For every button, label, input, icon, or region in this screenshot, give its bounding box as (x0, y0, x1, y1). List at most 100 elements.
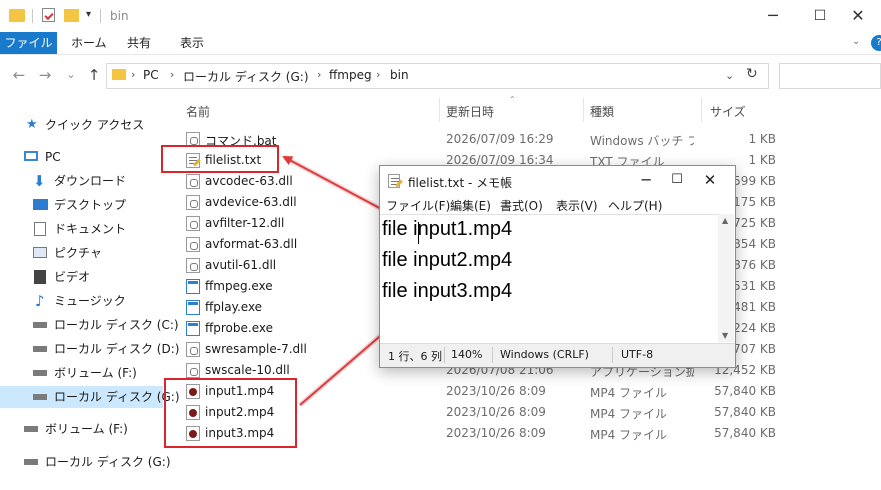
file-size: 175 KB (733, 195, 776, 209)
menu-help[interactable]: ヘルプ(H) (608, 197, 662, 214)
sidebar-item-drive-g-2[interactable]: ローカル ディスク (G:) (0, 451, 171, 473)
dll-file-icon (186, 342, 200, 357)
sidebar-item-pc[interactable]: PC (0, 146, 163, 168)
up-button[interactable]: ↑ (83, 64, 105, 86)
sidebar-item-downloads[interactable]: ⬇ ダウンロード (0, 170, 163, 192)
download-icon: ⬇ (33, 172, 46, 190)
breadcrumb-separator: › (131, 68, 136, 81)
file-name: swscale-10.dll (205, 363, 290, 377)
notepad-text-area[interactable]: file input1.mp4 file input2.mp4 file inp… (380, 214, 718, 343)
music-icon: ♪ (35, 292, 45, 310)
properties-icon[interactable] (42, 8, 55, 22)
sidebar-item-documents[interactable]: ドキュメント (0, 218, 163, 240)
file-name: ffprobe.exe (205, 321, 273, 335)
dll-file-icon (186, 237, 200, 252)
notepad-scrollbar[interactable]: ▲ ▼ (718, 214, 734, 342)
title-separator (32, 9, 33, 23)
breadcrumb-pc[interactable]: PC (143, 68, 159, 82)
tab-share[interactable]: 共有 (127, 32, 151, 54)
breadcrumb-ffmpeg[interactable]: ffmpeg (329, 68, 372, 82)
file-type: MP4 ファイル (590, 407, 668, 421)
star-icon: ★ (26, 117, 38, 132)
quick-access-dropdown-icon[interactable]: ▾ (86, 9, 91, 20)
breadcrumb-separator: › (376, 68, 381, 81)
history-dropdown-button[interactable]: ⌄ (60, 64, 82, 86)
video-icon (34, 270, 46, 284)
sidebar-item-desktop[interactable]: デスクトップ (0, 194, 163, 216)
column-header-date[interactable]: 更新日時 (446, 103, 494, 120)
file-size: 57,840 KB (714, 405, 776, 419)
highlight-box-mp4-files (164, 378, 297, 448)
address-dropdown-icon[interactable]: ⌄ (725, 69, 734, 82)
text-line-3: file input3.mp4 (382, 280, 513, 302)
file-name: avdevice-63.dll (205, 195, 297, 209)
file-type: MP4 ファイル (590, 428, 668, 442)
file-name: ffplay.exe (205, 300, 263, 314)
scroll-up-icon[interactable]: ▲ (722, 216, 728, 225)
column-header-size[interactable]: サイズ (710, 103, 746, 120)
tab-home[interactable]: ホーム (71, 32, 107, 54)
column-header-type[interactable]: 種類 (590, 103, 614, 120)
drive-icon (24, 459, 38, 465)
file-name: avfilter-12.dll (205, 216, 285, 230)
sidebar-item-drive-c[interactable]: ローカル ディスク (C:) (0, 314, 179, 336)
breadcrumb-separator: › (170, 68, 175, 81)
notepad-minimize-button[interactable]: ─ (632, 166, 660, 194)
back-button[interactable]: ← (8, 64, 30, 86)
notepad-status-bar: 1 行、6 列 140% Windows (CRLF) UTF-8 (380, 343, 735, 367)
column-divider (439, 98, 440, 122)
new-folder-icon[interactable] (64, 9, 79, 22)
title-bar (0, 0, 881, 32)
help-icon[interactable]: ? (871, 35, 881, 51)
menu-file[interactable]: ファイル(F) (386, 197, 450, 214)
sidebar-item-volume-f-2[interactable]: ボリューム (F:) (0, 418, 163, 440)
drive-icon (33, 370, 47, 376)
status-divider (492, 347, 493, 363)
menu-view[interactable]: 表示(V) (556, 197, 598, 214)
sidebar-item-drive-d[interactable]: ローカル ディスク (D:) (0, 338, 179, 360)
search-input[interactable] (779, 63, 881, 89)
dll-file-icon (186, 363, 200, 378)
status-eol: Windows (CRLF) (500, 348, 589, 361)
notepad-close-button[interactable]: ✕ (696, 166, 724, 194)
notepad-window[interactable]: filelist.txt - メモ帳 ─ ☐ ✕ ファイル(F) 編集(E) 書… (379, 165, 736, 368)
sidebar-item-drive-g[interactable]: ローカル ディスク (G:) (0, 386, 180, 408)
minimize-button[interactable]: ─ (750, 0, 796, 32)
file-size: 1 KB (748, 153, 776, 167)
sidebar-item-quick-access[interactable]: ★ クイック アクセス (0, 114, 163, 136)
notepad-maximize-button[interactable]: ☐ (663, 166, 691, 194)
drive-icon (33, 394, 47, 400)
sidebar-item-pictures[interactable]: ピクチャ (0, 242, 163, 264)
file-name: ffmpeg.exe (205, 279, 273, 293)
refresh-button[interactable]: ↻ (746, 66, 758, 82)
menu-edit[interactable]: 編集(E) (450, 197, 491, 214)
column-header-name[interactable]: 名前 (186, 103, 210, 120)
notepad-icon (388, 174, 400, 188)
file-size: 57,840 KB (714, 426, 776, 440)
text-line-1: file input1.mp4 (382, 218, 513, 240)
forward-button[interactable]: → (34, 64, 56, 86)
tab-file[interactable]: ファイル (0, 32, 57, 54)
sidebar-item-volume-f[interactable]: ボリューム (F:) (0, 362, 163, 384)
status-zoom: 140% (451, 348, 483, 361)
breadcrumb-drive-g[interactable]: ローカル ディスク (G:) (183, 68, 309, 85)
file-name: avutil-61.dll (205, 258, 277, 272)
menu-format[interactable]: 書式(O) (500, 197, 543, 214)
sidebar-item-music[interactable]: ♪ ミュージック (0, 290, 163, 312)
picture-icon (33, 247, 47, 258)
file-date: 2023/10/26 8:09 (446, 405, 546, 419)
ribbon-expand-icon[interactable]: ⌄ (852, 36, 860, 47)
sidebar-item-videos[interactable]: ビデオ (0, 266, 163, 288)
tab-view[interactable]: 表示 (180, 32, 204, 54)
sort-indicator-icon: ⌃ (509, 95, 516, 104)
folder-icon (9, 9, 25, 22)
title-separator (100, 9, 101, 23)
document-icon (34, 222, 46, 236)
folder-icon (112, 69, 126, 80)
breadcrumb-bin[interactable]: bin (390, 68, 409, 82)
file-size: 1 KB (748, 132, 776, 146)
exe-file-icon (186, 300, 200, 315)
status-position: 1 行、6 列 (388, 350, 442, 363)
close-button[interactable]: ✕ (835, 0, 881, 32)
scroll-down-icon[interactable]: ▼ (722, 331, 728, 340)
